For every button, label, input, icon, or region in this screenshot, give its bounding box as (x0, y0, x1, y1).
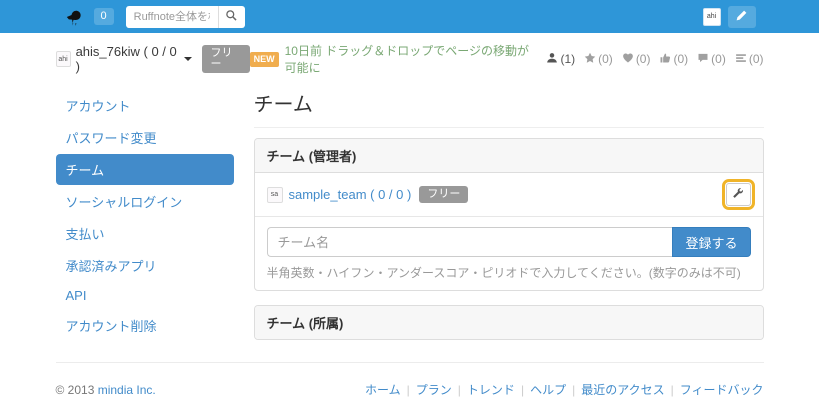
user-icon (546, 52, 558, 67)
create-team-form: 登録する 半角英数・ハイフン・アンダースコア・ピリオドで入力してください。(数字… (255, 217, 763, 290)
footer-link-home[interactable]: ホーム (365, 381, 401, 398)
admin-teams-panel: チーム (管理者) sa sample_team ( 0 / 0 ) フリー 登… (254, 138, 764, 291)
search-input[interactable] (126, 6, 218, 28)
pencil-icon (735, 9, 748, 25)
top-navbar: 0 ahi (0, 0, 819, 33)
stars-stat[interactable]: (0) (584, 52, 613, 67)
sidebar-item-account[interactable]: アカウント (56, 90, 234, 121)
account-stats: (1) (0) (0) (0) (0) (0) (546, 52, 763, 67)
team-name-input[interactable] (267, 227, 673, 257)
team-name-help-text: 半角英数・ハイフン・アンダースコア・ピリオドで入力してください。(数字のみは不可… (267, 264, 751, 281)
notification-count-badge[interactable]: 0 (94, 8, 114, 25)
activity-stat[interactable]: (0) (735, 52, 764, 67)
user-avatar[interactable]: ahi (703, 8, 721, 26)
sidebar-item-social-login[interactable]: ソーシャルログイン (56, 186, 234, 217)
settings-sidebar: アカウント パスワード変更 チーム ソーシャルログイン 支払い 承認済みアプリ … (56, 90, 234, 354)
sidebar-item-authorized-apps[interactable]: 承認済みアプリ (56, 250, 234, 281)
news-link[interactable]: 10日前 ドラッグ＆ドロップでページの移動が可能に (285, 42, 535, 76)
comments-stat[interactable]: (0) (697, 52, 726, 67)
team-settings-button[interactable] (726, 183, 751, 206)
heart-icon (622, 52, 634, 67)
footer-link-trend[interactable]: トレンド (467, 381, 515, 398)
footer-link-plan[interactable]: プラン (416, 381, 452, 398)
new-badge: NEW (250, 52, 279, 67)
sidebar-item-password[interactable]: パスワード変更 (56, 122, 234, 153)
footer-link-recent-access[interactable]: 最近のアクセス (581, 381, 664, 398)
hearts-stat[interactable]: (0) (622, 52, 651, 67)
content-area: アカウント パスワード変更 チーム ソーシャルログイン 支払い 承認済みアプリ … (56, 88, 764, 354)
search-button[interactable] (218, 6, 245, 28)
new-page-button[interactable] (728, 6, 756, 28)
footer-link-help[interactable]: ヘルプ (530, 381, 566, 398)
account-label: ahis_76kiw ( 0 / 0 ) (76, 44, 178, 74)
members-stat[interactable]: (1) (546, 52, 575, 67)
admin-panel-header: チーム (管理者) (255, 139, 763, 173)
footer-link-feedback[interactable]: フィードバック (680, 381, 764, 398)
main-panel: チーム チーム (管理者) sa sample_team ( 0 / 0 ) フ… (254, 88, 764, 354)
account-dropdown[interactable]: ahi ahis_76kiw ( 0 / 0 ) (56, 44, 193, 74)
sidebar-item-payment[interactable]: 支払い (56, 218, 234, 249)
footer-links: ホーム| プラン| トレンド| ヘルプ| 最近のアクセス| フィードバック (365, 381, 763, 398)
sidebar-item-team[interactable]: チーム (56, 154, 234, 185)
team-avatar[interactable]: sa (267, 187, 283, 203)
copyright-text: © 2013 (56, 383, 95, 397)
chevron-down-icon (184, 57, 192, 61)
wrench-icon (732, 187, 744, 202)
search-icon (225, 9, 238, 25)
likes-stat[interactable]: (0) (659, 52, 688, 67)
click-target-highlight (722, 179, 755, 210)
team-link[interactable]: sample_team ( 0 / 0 ) (289, 187, 412, 202)
site-search (126, 6, 245, 28)
sidebar-item-delete-account[interactable]: アカウント削除 (56, 310, 234, 341)
ruffnote-bird-logo[interactable] (64, 7, 86, 27)
company-link[interactable]: mindia Inc. (98, 383, 156, 397)
sidebar-item-api[interactable]: API (56, 282, 234, 309)
member-teams-panel: チーム (所属) (254, 305, 764, 340)
team-plan-badge: フリー (419, 186, 468, 203)
thumbs-up-icon (659, 52, 671, 67)
star-icon (584, 52, 596, 67)
member-panel-header: チーム (所属) (255, 306, 763, 339)
page-footer: © 2013 mindia Inc. ホーム| プラン| トレンド| ヘルプ| … (56, 363, 764, 398)
register-button[interactable]: 登録する (672, 227, 750, 257)
list-icon (735, 52, 747, 67)
page-title: チーム (254, 88, 764, 128)
user-bar: ahi ahis_76kiw ( 0 / 0 ) フリー NEW 10日前 ドラ… (56, 33, 764, 76)
plan-badge: フリー (202, 45, 249, 73)
comment-icon (697, 52, 709, 67)
account-avatar: ahi (56, 51, 71, 67)
team-row: sa sample_team ( 0 / 0 ) フリー (255, 173, 763, 217)
